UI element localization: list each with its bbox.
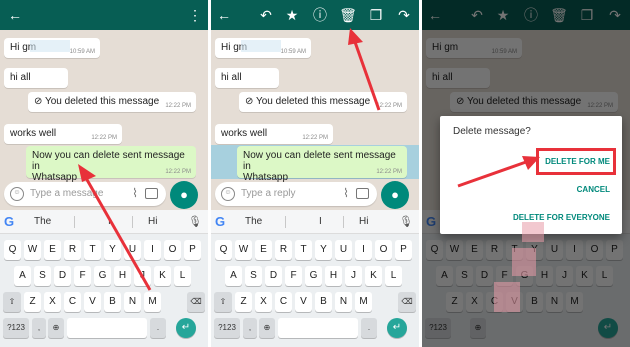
screen-selected: ← ↶ ★ ⓘ 🗑 ❐ ↷ Hi gm 10:59 AM hi all ⊘ Yo… (211, 0, 419, 347)
annotation-arrow (457, 156, 540, 188)
annotation-arrow (348, 28, 381, 111)
annotation-arrow (78, 164, 152, 291)
screen-compose: ← ⋮ Hi gm 10:59 AM hi all ⊘ You deleted … (0, 0, 208, 347)
screen-delete-dialog: ← ↶ ★ ⓘ 🗑 ❐ ↷ Hi gm 10:59 AM hi all ⊘ Yo… (422, 0, 630, 347)
